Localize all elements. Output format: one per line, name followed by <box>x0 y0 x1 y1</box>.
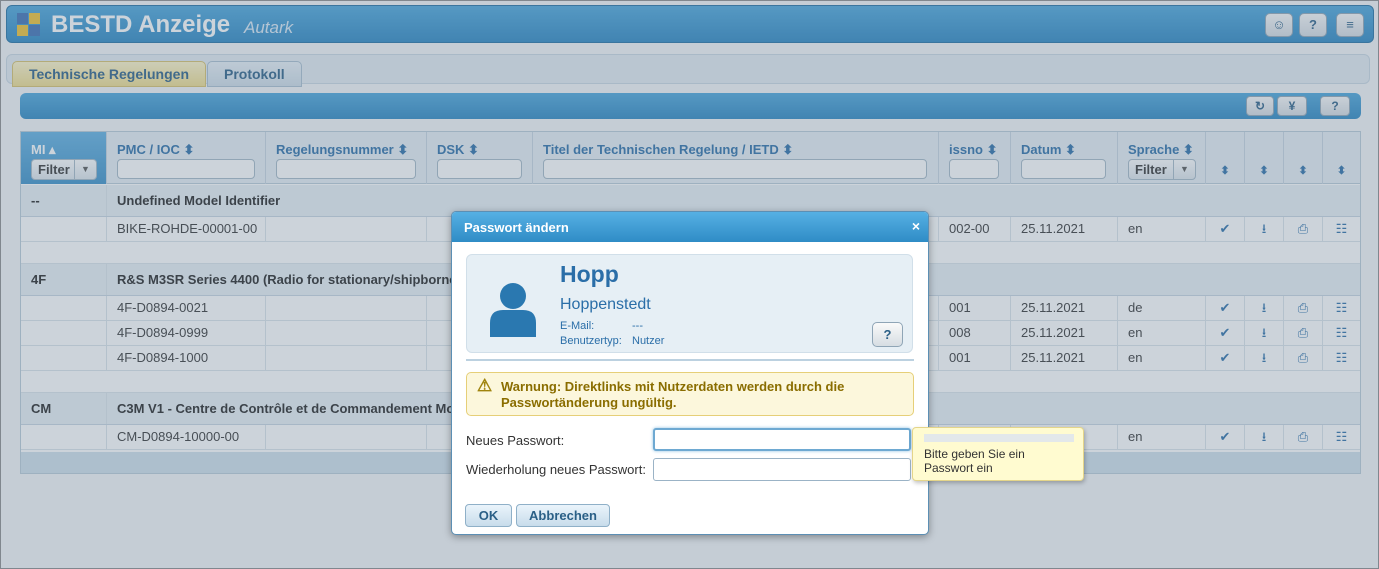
warning-icon: ⚠ <box>477 376 493 395</box>
dialog-title: Passwort ändern <box>464 220 569 235</box>
warning-box: ⚠ Warnung: Direktlinks mit Nutzerdaten w… <box>466 372 914 416</box>
new-password-label: Neues Passwort: <box>466 433 565 448</box>
user-card: Hopp Hoppenstedt E-Mail: --- Benutzertyp… <box>466 254 913 353</box>
user-type-label: Benutzertyp: <box>560 335 622 347</box>
warning-text-line-2: Passwortänderung ungültig. <box>501 395 677 410</box>
tooltip-line-2: Passwort ein <box>924 461 993 475</box>
email-label: E-Mail: <box>560 320 595 332</box>
close-icon[interactable]: × <box>912 218 920 234</box>
repeat-password-field[interactable] <box>653 458 911 481</box>
new-password-field[interactable] <box>653 428 911 451</box>
tooltip-line-1: Bitte geben Sie ein <box>924 447 1025 461</box>
user-type-value: Nutzer <box>632 335 665 347</box>
warning-text-line-1: Warnung: Direktlinks mit Nutzerdaten wer… <box>501 379 845 394</box>
email-value: --- <box>632 320 643 332</box>
repeat-password-label: Wiederholung neues Passwort: <box>466 462 646 477</box>
user-avatar-icon <box>490 283 536 337</box>
cancel-button[interactable]: Abbrechen <box>516 504 610 527</box>
dialog-header: Passwort ändern × <box>452 212 928 242</box>
dialog-help-button[interactable]: ? <box>872 322 903 347</box>
user-full-name: Hoppenstedt <box>560 296 651 313</box>
help-icon: ? <box>883 327 892 342</box>
change-password-dialog: Passwort ändern × Hopp Hoppenstedt E-Mai… <box>451 211 929 535</box>
divider <box>466 359 914 361</box>
user-short-name: Hopp <box>560 261 619 287</box>
validation-tooltip: Bitte geben Sie ein Passwort ein <box>912 427 1084 481</box>
ok-button[interactable]: OK <box>465 504 512 527</box>
password-strength-bar <box>924 434 1074 442</box>
